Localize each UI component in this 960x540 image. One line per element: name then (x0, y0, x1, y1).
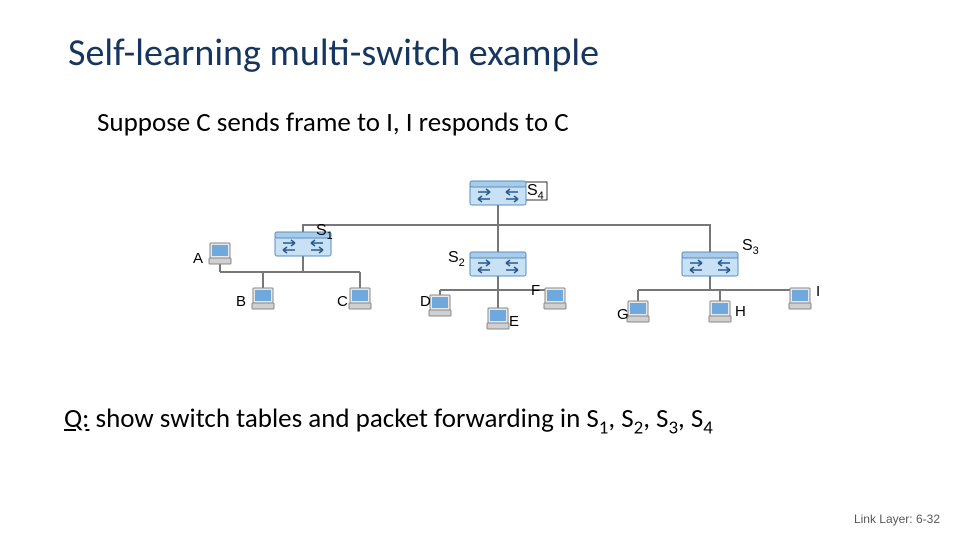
host-e-icon (487, 308, 509, 329)
host-i-icon (789, 288, 811, 309)
host-c-icon (349, 288, 371, 309)
slide-footer: Link Layer: 6-32 (854, 512, 940, 526)
host-a-label: A (193, 250, 203, 267)
host-d-label: D (420, 293, 431, 310)
switch-s3-icon (682, 252, 738, 276)
host-f-label: F (531, 282, 540, 299)
host-g-label: G (617, 306, 629, 323)
host-f-icon (544, 288, 566, 309)
slide-title: Self-learning multi-switch example (68, 30, 599, 76)
switch-s3-label: S3 (742, 237, 759, 257)
network-diagram (0, 0, 960, 540)
question-text: Q: show switch tables and packet forward… (64, 402, 713, 439)
switch-s2-icon (470, 252, 526, 276)
host-b-label: B (236, 293, 246, 310)
host-h-label: H (735, 303, 746, 320)
switch-s2-label: S2 (448, 249, 465, 269)
host-a-icon (209, 243, 231, 264)
host-g-icon (627, 301, 649, 322)
switch-s4-icon (470, 181, 526, 205)
host-e-label: E (509, 313, 519, 330)
host-c-label: C (337, 293, 348, 310)
switch-s1-label: S1 (316, 222, 333, 242)
host-b-icon (252, 288, 274, 309)
switch-s4-label: S4 (527, 182, 544, 202)
host-d-icon (429, 295, 451, 316)
host-h-icon (709, 301, 731, 322)
host-i-label: I (816, 283, 820, 300)
slide-subtitle: Suppose C sends frame to I, I responds t… (97, 106, 569, 139)
